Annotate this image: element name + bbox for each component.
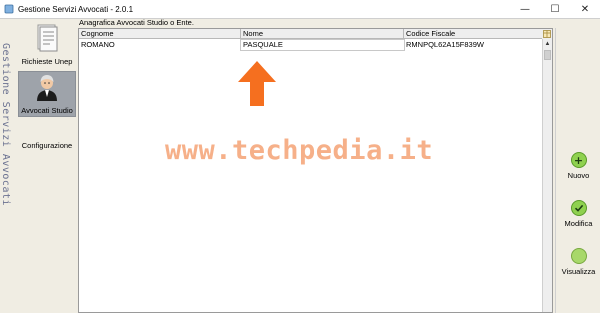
annotation-arrow-icon: [238, 61, 276, 106]
column-header-nome[interactable]: Nome: [241, 29, 404, 39]
sidebar-item-avvocati-studio[interactable]: Avvocati Studio: [18, 71, 76, 117]
panel-title: Anagrafica Avvocati Studio o Ente.: [79, 18, 194, 27]
vertical-app-title: Gestione Servizi Avvocati: [0, 43, 11, 207]
main-frame: Gestione Servizi Avvocati Richieste Unep…: [0, 18, 600, 313]
scroll-thumb[interactable]: [544, 50, 551, 60]
visualizza-button[interactable]: Visualizza: [556, 248, 600, 276]
document-icon: [37, 24, 58, 52]
action-label: Modifica: [564, 219, 593, 228]
cell-nome[interactable]: PASQUALE: [240, 39, 405, 51]
nuovo-button[interactable]: + Nuovo: [556, 152, 600, 180]
action-bar: + Nuovo Modifica Visualizza: [555, 28, 600, 313]
plus-icon: +: [570, 152, 587, 168]
lawyer-avatar-icon: [37, 75, 57, 101]
table-header: Cognome Nome Codice Fiscale: [79, 29, 544, 39]
window-title: Gestione Servizi Avvocati - 2.0.1: [18, 4, 134, 14]
sidebar-item-richieste-unep[interactable]: Richieste Unep: [18, 23, 76, 69]
sidebar-item-label: Avvocati Studio: [21, 106, 73, 115]
title-bar: Gestione Servizi Avvocati - 2.0.1 — ☐ ✕: [0, 0, 600, 18]
sidebar-item-label: Configurazione: [21, 141, 73, 150]
check-icon: [570, 200, 587, 216]
column-header-codice-fiscale[interactable]: Codice Fiscale: [404, 29, 544, 39]
cell-cognome[interactable]: ROMANO: [79, 40, 241, 50]
lawyers-table: Cognome Nome Codice Fiscale ROMANO PASQU…: [78, 28, 553, 313]
cell-codice-fiscale[interactable]: RMNPQL62A15F839W: [404, 40, 544, 50]
sidebar-item-configurazione[interactable]: Configurazione: [18, 139, 76, 151]
minimize-button[interactable]: —: [510, 0, 540, 18]
scroll-up-icon[interactable]: ▲: [543, 39, 552, 49]
table-row[interactable]: ROMANO PASQUALE RMNPQL62A15F839W: [79, 39, 544, 51]
maximize-button[interactable]: ☐: [540, 0, 570, 18]
column-header-cognome[interactable]: Cognome: [79, 29, 241, 39]
sidebar-item-label: Richieste Unep: [21, 57, 73, 66]
watermark: www.techpedia.it: [165, 135, 434, 166]
modifica-button[interactable]: Modifica: [556, 200, 600, 228]
vertical-scrollbar[interactable]: ▲: [542, 39, 552, 312]
app-icon: [4, 4, 14, 14]
view-icon: [570, 248, 587, 264]
action-label: Nuovo: [567, 171, 590, 180]
column-chooser-icon[interactable]: [542, 29, 552, 39]
close-button[interactable]: ✕: [570, 0, 600, 18]
action-label: Visualizza: [561, 267, 596, 276]
